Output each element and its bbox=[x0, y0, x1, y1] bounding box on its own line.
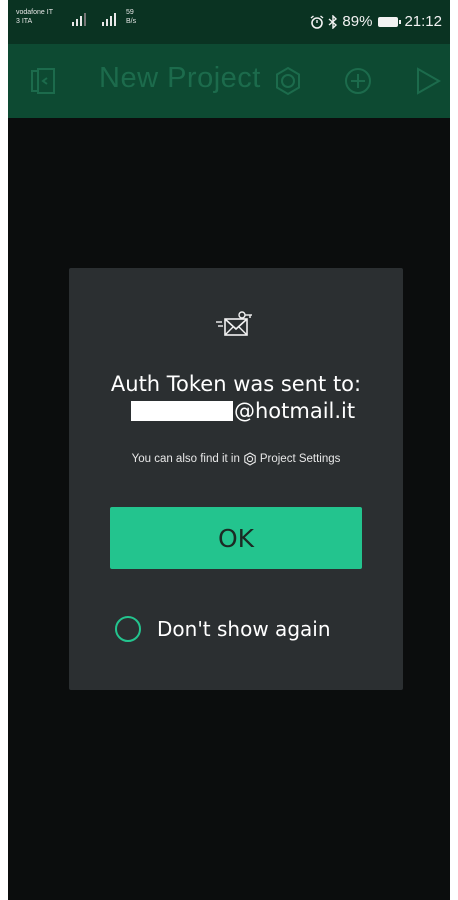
email-line: @hotmail.it bbox=[131, 398, 355, 424]
settings-icon bbox=[244, 452, 256, 466]
signal-icon bbox=[102, 13, 116, 26]
redacted-email-user bbox=[131, 401, 233, 421]
auth-token-dialog: Auth Token was sent to: @hotmail.it You … bbox=[69, 268, 403, 690]
carrier-info: vodafone IT 3 ITA bbox=[16, 8, 53, 26]
add-widget-icon[interactable] bbox=[343, 66, 373, 96]
settings-hint: You can also find it in Project Settings bbox=[69, 452, 403, 466]
back-to-projects-icon[interactable] bbox=[28, 66, 58, 96]
app-bar: New Project bbox=[8, 44, 450, 118]
settings-icon[interactable] bbox=[273, 66, 303, 96]
dont-show-again-radio[interactable] bbox=[115, 616, 141, 642]
project-settings-link[interactable]: Project Settings bbox=[260, 453, 341, 465]
ok-button[interactable]: OK bbox=[110, 507, 362, 569]
email-domain: @hotmail.it bbox=[234, 399, 356, 423]
network-speed: 59 B/s bbox=[126, 8, 136, 26]
project-title: New Project bbox=[99, 62, 261, 94]
signal-icon bbox=[72, 13, 86, 26]
clock: 21:12 bbox=[404, 13, 442, 30]
status-right-group: 89% 21:12 bbox=[310, 13, 442, 30]
play-icon[interactable] bbox=[412, 66, 442, 96]
bluetooth-icon bbox=[328, 14, 338, 29]
dont-show-again-option[interactable]: Don't show again bbox=[115, 612, 331, 646]
hint-text: You can also find it in bbox=[131, 453, 240, 465]
network-speed-value: 59 bbox=[126, 9, 134, 16]
phone-screen: vodafone IT 3 ITA 59 B/s 89% 21:12 New P… bbox=[8, 0, 450, 900]
battery-icon bbox=[378, 16, 402, 27]
carrier-name: vodafone IT bbox=[16, 9, 53, 16]
status-bar: vodafone IT 3 ITA 59 B/s 89% 21:12 bbox=[8, 0, 450, 44]
carrier-secondary: 3 ITA bbox=[16, 18, 33, 25]
alarm-icon bbox=[310, 14, 324, 29]
network-speed-unit: B/s bbox=[126, 18, 137, 25]
battery-percent: 89% bbox=[342, 13, 373, 30]
mail-key-icon bbox=[216, 311, 252, 336]
dialog-headline: Auth Token was sent to: bbox=[110, 372, 362, 396]
dont-show-again-label: Don't show again bbox=[157, 617, 331, 641]
